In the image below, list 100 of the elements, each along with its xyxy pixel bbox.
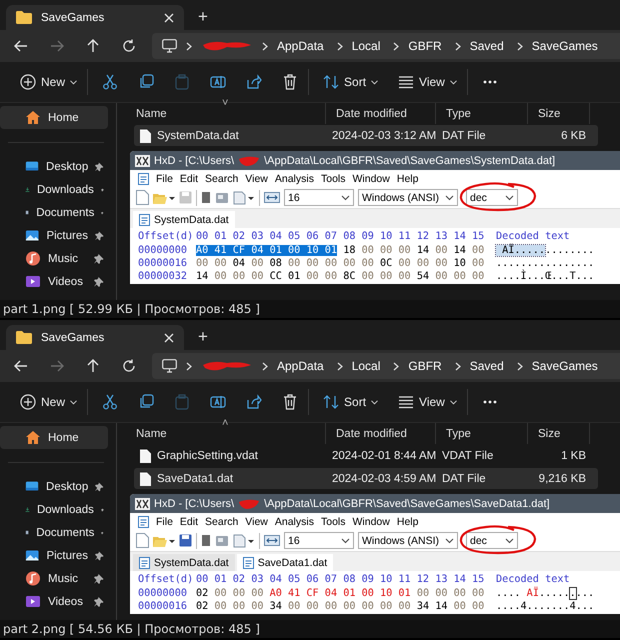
document-icon: [139, 556, 150, 568]
breadcrumb-item[interactable]: Local: [352, 39, 380, 53]
breadcrumb-item[interactable]: SaveGames: [532, 359, 598, 373]
address-bar[interactable]: AppData Local GBFR Saved SaveGames: [152, 33, 620, 59]
menu-item[interactable]: Edit: [180, 172, 198, 184]
column-header[interactable]: Date modified: [336, 428, 407, 440]
pin-icon[interactable]: [94, 230, 104, 240]
new-tab-button[interactable]: +: [198, 328, 208, 346]
address-bar[interactable]: AppData Local GBFR Saved SaveGames: [152, 353, 620, 379]
sidebar-item[interactable]: Videos: [0, 270, 108, 293]
sidebar-item[interactable]: Music: [0, 567, 108, 590]
window-tab[interactable]: SaveGames: [6, 5, 184, 30]
view-button[interactable]: View: [388, 389, 468, 415]
up-arrow-icon[interactable]: [86, 359, 100, 373]
bytes-per-row-dropdown[interactable]: 16: [284, 532, 354, 549]
menu-item[interactable]: Search: [205, 516, 238, 528]
sidebar-item[interactable]: Music: [0, 247, 108, 270]
sidebar-item[interactable]: Videos: [0, 590, 108, 613]
new-button[interactable]: New: [10, 69, 88, 95]
chevron-icon: [516, 362, 523, 370]
new-file-icon[interactable]: [136, 533, 149, 548]
page-dropdown-icon[interactable]: [233, 534, 255, 548]
breadcrumb-item[interactable]: Saved: [470, 359, 504, 373]
column-header[interactable]: Size: [538, 428, 560, 440]
pin-icon[interactable]: [94, 596, 104, 606]
back-arrow-icon[interactable]: [14, 39, 28, 53]
refresh-icon[interactable]: [122, 39, 136, 53]
sidebar-item[interactable]: Desktop: [0, 155, 108, 178]
column-header[interactable]: Type: [446, 108, 471, 120]
pin-icon[interactable]: [95, 482, 104, 492]
sidebar-item[interactable]: Downloads: [0, 178, 108, 201]
back-arrow-icon[interactable]: [14, 359, 28, 373]
menu-item[interactable]: Analysis: [274, 172, 314, 184]
refresh-icon[interactable]: [122, 359, 136, 373]
menu-item[interactable]: View: [245, 172, 268, 184]
sidebar-item[interactable]: Home: [0, 106, 108, 129]
block-icon[interactable]: [201, 191, 211, 204]
menu-item[interactable]: Tools: [320, 172, 346, 184]
menu-item[interactable]: Window: [352, 172, 390, 184]
encoding-dropdown[interactable]: Windows (ANSI): [358, 189, 458, 206]
menu-item[interactable]: Search: [205, 172, 238, 184]
bytes-per-row-dropdown[interactable]: 16: [284, 189, 354, 206]
file-row[interactable]: GraphicSetting.vdat 2024-02-01 8:44 AM VDAT File 1 KB: [134, 445, 598, 466]
breadcrumb-item[interactable]: AppData: [277, 39, 324, 53]
file-tab[interactable]: SaveData1.dat: [236, 554, 334, 571]
view-button[interactable]: View: [388, 69, 468, 95]
menu-item[interactable]: Edit: [180, 516, 198, 528]
breadcrumb-item[interactable]: SaveGames: [532, 39, 598, 53]
up-arrow-icon[interactable]: [86, 39, 100, 53]
menu-item[interactable]: File: [156, 516, 173, 528]
menu-item[interactable]: Analysis: [274, 516, 314, 528]
file-row[interactable]: SaveData1.dat 2024-02-03 4:59 AM DAT File 9,216 KB: [134, 468, 598, 489]
sidebar-item[interactable]: Documents: [0, 521, 108, 544]
column-header[interactable]: Date modified: [336, 108, 407, 120]
sidebar-item[interactable]: Pictures: [0, 224, 108, 247]
menu-item[interactable]: Window: [352, 516, 390, 528]
copy-icon: [138, 394, 154, 410]
pin-icon[interactable]: [94, 550, 104, 560]
sidebar-item[interactable]: Pictures: [0, 544, 108, 567]
sidebar-item[interactable]: Home: [0, 426, 108, 449]
sidebar-item[interactable]: Documents: [0, 201, 108, 224]
breadcrumb-item[interactable]: Local: [352, 359, 380, 373]
close-icon[interactable]: [164, 12, 174, 22]
block-icon[interactable]: [201, 534, 211, 547]
column-header[interactable]: Name: [136, 108, 167, 120]
column-header[interactable]: Size: [538, 108, 560, 120]
menu-item[interactable]: View: [245, 516, 268, 528]
menu-item[interactable]: Help: [396, 172, 418, 184]
sort-button[interactable]: Sort: [313, 69, 388, 95]
sort-button[interactable]: Sort: [313, 389, 388, 415]
file-row[interactable]: SystemData.dat 2024-02-03 3:12 AM DAT File 6 KB: [134, 125, 598, 146]
page-dropdown-icon[interactable]: [233, 190, 255, 204]
pin-icon[interactable]: [95, 162, 104, 172]
offset-base-dropdown[interactable]: dec: [466, 189, 518, 206]
new-tab-button[interactable]: +: [198, 8, 208, 26]
pin-icon[interactable]: [94, 254, 104, 264]
close-icon[interactable]: [164, 332, 174, 342]
menu-item[interactable]: Help: [396, 516, 418, 528]
file-tab[interactable]: SystemData.dat: [133, 554, 235, 571]
breadcrumb-item[interactable]: GBFR: [408, 39, 442, 53]
file-tab[interactable]: SystemData.dat: [133, 211, 235, 228]
save-icon[interactable]: [179, 534, 192, 547]
breadcrumb-item[interactable]: GBFR: [408, 359, 442, 373]
menu-item[interactable]: File: [156, 172, 173, 184]
window-tab[interactable]: SaveGames: [6, 325, 184, 350]
column-header[interactable]: Name: [136, 428, 167, 440]
encoding-dropdown[interactable]: Windows (ANSI): [358, 532, 458, 549]
column-header[interactable]: Type: [446, 428, 471, 440]
sidebar-item[interactable]: Downloads: [0, 498, 108, 521]
pin-icon[interactable]: [94, 276, 104, 286]
pin-icon[interactable]: [94, 574, 104, 584]
redaction-scribble: [201, 359, 253, 373]
breadcrumb-item[interactable]: Saved: [470, 39, 504, 53]
breadcrumb-item[interactable]: AppData: [277, 359, 324, 373]
new-button[interactable]: New: [10, 389, 88, 415]
new-file-icon[interactable]: [136, 190, 149, 205]
offset-base-dropdown[interactable]: dec: [466, 532, 518, 549]
hex-bytes: 02: [196, 601, 208, 612]
sidebar-item[interactable]: Desktop: [0, 475, 108, 498]
menu-item[interactable]: Tools: [320, 516, 346, 528]
